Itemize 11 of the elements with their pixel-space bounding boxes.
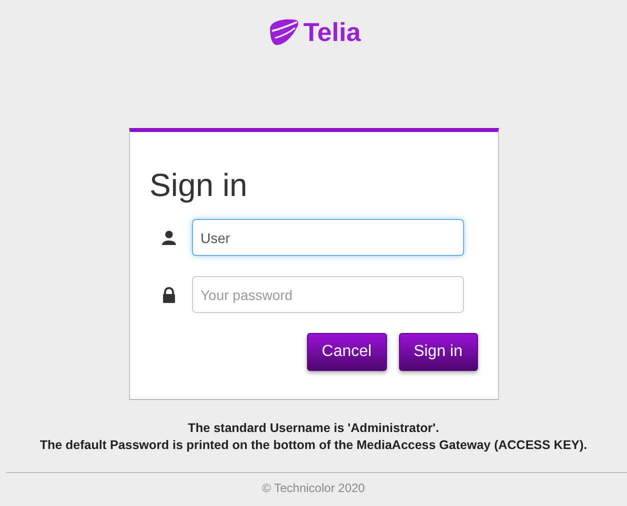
- lock-icon: [160, 286, 176, 302]
- username-field[interactable]: User: [192, 219, 464, 256]
- info-text: The standard Username is 'Administrator'.: [188, 421, 440, 435]
- info-text: The default Password is printed on the bottom of the MediaAccess Gateway (ACCESS KEY).: [40, 438, 588, 452]
- user-icon: [160, 230, 176, 246]
- password-field[interactable]: Your password: [192, 276, 464, 313]
- brand-name: Telia: [303, 16, 361, 48]
- copyright-text: © Technicolor 2020: [262, 481, 365, 495]
- cancel-button[interactable]: Cancel: [306, 333, 387, 371]
- card-title: Sign in: [150, 166, 248, 205]
- signin-button[interactable]: Sign in: [398, 333, 478, 371]
